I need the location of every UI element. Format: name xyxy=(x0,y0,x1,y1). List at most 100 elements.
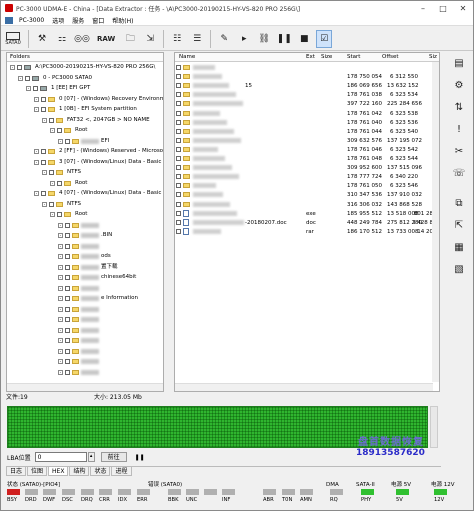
checkbox[interactable] xyxy=(176,83,181,89)
tree-node[interactable]: - 1 [EE] EFI GPT xyxy=(26,84,90,93)
tab-log[interactable]: 日志 xyxy=(6,467,27,476)
checkbox[interactable] xyxy=(176,210,181,216)
checkbox[interactable] xyxy=(25,75,30,81)
tree-node[interactable]: - EFI xyxy=(58,137,109,146)
expand-toggle-icon[interactable]: - xyxy=(50,128,55,133)
expand-toggle-icon[interactable]: - xyxy=(58,348,63,354)
tree-node[interactable]: - 0 [07] - (Windows) Recovery Environment xyxy=(34,95,163,104)
folder-save-icon[interactable]: 🗀 xyxy=(122,30,138,48)
checkbox[interactable] xyxy=(49,117,54,123)
lba-spinner[interactable]: ▴ xyxy=(87,452,95,462)
tree-node[interactable]: - e Information xyxy=(58,294,138,303)
file-row[interactable]: -20180207.doc doc 448 249 784 275 812 280 3 … xyxy=(175,218,433,227)
file-row[interactable]: 15 186 069 656 13 632 152 xyxy=(175,82,433,90)
checkbox[interactable] xyxy=(65,369,70,375)
tree-node[interactable]: - 4 [07] - (Windows/Linux) Data - Basic d… xyxy=(34,189,163,198)
folders-horizontal-scrollbar[interactable] xyxy=(7,383,163,391)
expand-toggle-icon[interactable]: - xyxy=(58,254,63,259)
expand-toggle-icon[interactable]: - xyxy=(58,327,63,333)
raw-button[interactable]: RAW xyxy=(94,30,118,48)
checkbox[interactable] xyxy=(65,264,70,270)
checkbox[interactable] xyxy=(65,254,70,259)
expand-toggle-icon[interactable]: - xyxy=(58,359,63,364)
checkbox[interactable] xyxy=(57,128,62,133)
tree-node[interactable]: - xyxy=(58,221,101,230)
checkbox[interactable] xyxy=(65,317,70,322)
tree-node[interactable]: - xyxy=(58,357,101,366)
tree-node[interactable]: - 置下载 xyxy=(58,263,118,272)
network-icon[interactable]: ⛓ xyxy=(256,30,272,48)
maximize-icon[interactable]: □ xyxy=(433,1,453,15)
tab-hex[interactable]: HEX xyxy=(48,467,69,476)
lba-input[interactable] xyxy=(34,452,87,462)
sata-port-button[interactable]: SATA0 xyxy=(3,30,23,48)
file-row[interactable]: exe 185 955 512 13 518 008 801 28 xyxy=(175,209,433,218)
copy-icon[interactable]: ⧉ xyxy=(452,196,466,210)
cut-icon[interactable]: ✂ xyxy=(452,144,466,158)
checkbox[interactable] xyxy=(41,191,46,196)
file-row[interactable]: 178 761 046 6 323 542 xyxy=(175,146,433,154)
checkbox[interactable] xyxy=(176,219,181,225)
checkbox[interactable] xyxy=(33,86,38,91)
expand-toggle-icon[interactable]: - xyxy=(50,180,55,186)
checkbox[interactable] xyxy=(176,156,181,161)
checkbox[interactable] xyxy=(176,74,181,80)
file-row[interactable]: 178 761 040 6 323 536 xyxy=(175,119,433,127)
tab-status[interactable]: 状态 xyxy=(90,467,111,476)
file-row[interactable]: 178 761 044 6 323 540 xyxy=(175,128,433,136)
expand-toggle-icon[interactable]: - xyxy=(18,75,23,81)
phone-icon[interactable]: ☏ xyxy=(452,166,466,180)
go-button[interactable]: 前往 xyxy=(100,452,127,462)
expand-toggle-icon[interactable]: - xyxy=(50,212,55,217)
pause-icon[interactable]: ❚❚ xyxy=(135,454,145,461)
checkbox[interactable] xyxy=(176,174,181,180)
sector-map-scrollbar[interactable] xyxy=(430,406,438,448)
tree-node[interactable]: - 3 [07] - (Windows/Linux) Data - Basic d… xyxy=(34,158,163,167)
expand-toggle-icon[interactable]: - xyxy=(58,338,63,343)
tree-node[interactable]: - NTFS xyxy=(42,168,81,177)
file-row[interactable]: 178 777 724 6 340 220 xyxy=(175,173,433,181)
checkbox[interactable] xyxy=(65,348,70,354)
expand-toggle-icon[interactable]: - xyxy=(58,317,63,322)
checkbox[interactable] xyxy=(41,149,46,154)
checkbox[interactable] xyxy=(176,128,181,134)
list-icon[interactable]: ☰ xyxy=(189,30,205,48)
grid-icon[interactable]: ☷ xyxy=(169,30,185,48)
expand-toggle-icon[interactable]: - xyxy=(10,65,15,70)
minimize-icon[interactable]: – xyxy=(413,1,433,15)
stop-icon[interactable]: ■ xyxy=(296,30,312,48)
file-list-vertical-scrollbar[interactable] xyxy=(432,62,439,382)
checkbox[interactable] xyxy=(176,101,181,107)
checkbox[interactable] xyxy=(65,359,70,364)
checkbox[interactable] xyxy=(65,306,70,312)
checkbox[interactable] xyxy=(49,170,54,175)
column-name[interactable]: Name xyxy=(179,54,195,60)
tree-node[interactable]: - Root xyxy=(50,179,87,188)
export-icon[interactable]: ⇲ xyxy=(142,30,158,48)
exclamation-icon[interactable]: ! xyxy=(452,122,466,136)
expand-toggle-icon[interactable]: - xyxy=(58,222,63,228)
expand-toggle-icon[interactable]: - xyxy=(42,117,47,123)
checkbox[interactable] xyxy=(65,233,70,238)
tab-bitmap[interactable]: 位图 xyxy=(27,467,48,476)
column-ext[interactable]: Ext xyxy=(306,54,315,60)
expand-toggle-icon[interactable]: - xyxy=(58,275,63,280)
tree-node[interactable]: - A:\PC3000-20190215-HY-VS-820 PRO 256G\ xyxy=(10,63,155,72)
expand-toggle-icon[interactable]: - xyxy=(42,170,47,175)
edit-icon[interactable]: ✎ xyxy=(216,30,232,48)
tools-icon[interactable]: ⚒ xyxy=(34,30,50,48)
column-start[interactable]: Start xyxy=(347,54,360,60)
checkbox[interactable] xyxy=(176,65,181,70)
checkbox[interactable] xyxy=(49,201,54,207)
expand-toggle-icon[interactable]: - xyxy=(58,233,63,238)
tree-node[interactable]: - chinese64bit xyxy=(58,273,136,282)
checkbox[interactable] xyxy=(41,96,46,102)
expand-toggle-icon[interactable]: - xyxy=(58,306,63,312)
tree-node[interactable]: - xyxy=(58,368,101,377)
checkbox[interactable] xyxy=(65,222,70,228)
checkbox[interactable] xyxy=(176,137,181,143)
wrench-icon[interactable]: ⚙ xyxy=(452,78,466,92)
expand-toggle-icon[interactable]: - xyxy=(34,96,39,102)
tree-node[interactable]: - 0 - PC3000 SATA0 xyxy=(18,74,92,83)
checkbox[interactable] xyxy=(17,65,22,70)
